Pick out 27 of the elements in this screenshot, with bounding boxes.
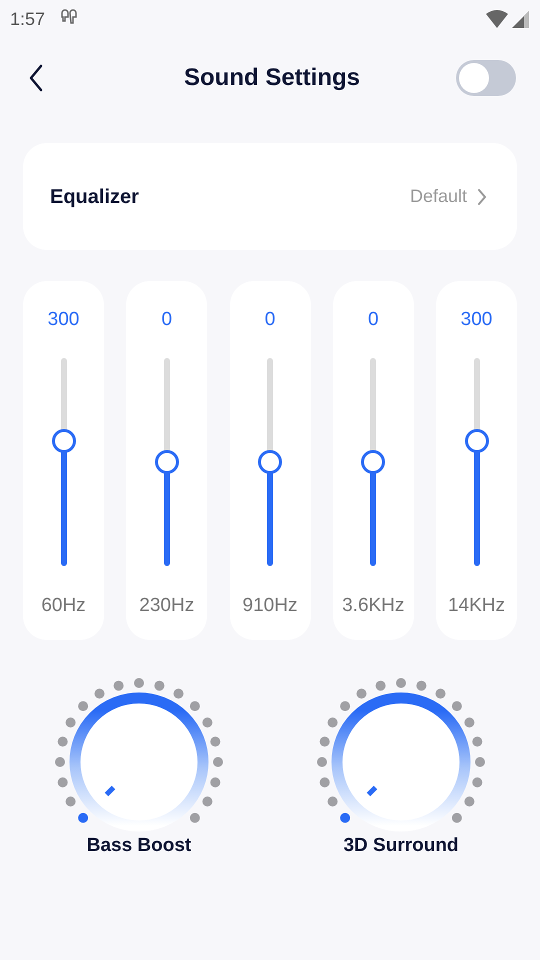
signal-icon (512, 10, 530, 28)
knob-label: 3D Surround (343, 834, 459, 858)
preset-value: Default (410, 185, 467, 208)
band-frequency: 230Hz (139, 594, 194, 618)
slider-thumb[interactable] (154, 450, 179, 474)
knob-label: Bass Boost (86, 834, 192, 858)
page-title: Sound Settings (184, 63, 360, 93)
slider-thumb[interactable] (258, 450, 282, 474)
band-frequency: 910Hz (242, 594, 298, 618)
equalizer-label: Equalizer (50, 184, 139, 210)
band-value: 0 (368, 308, 379, 332)
back-icon (28, 64, 44, 92)
equalizer-card[interactable]: Equalizer Default (23, 143, 517, 250)
slider-thumb[interactable] (464, 429, 488, 454)
status-time: 1:57 (10, 8, 46, 30)
wifi-icon (486, 10, 508, 28)
band-frequency: 14KHz (448, 594, 506, 618)
band-value: 0 (161, 308, 172, 332)
chevron-right-icon (477, 188, 487, 206)
band-frequency: 3.6KHz (342, 594, 404, 618)
slider-thumb[interactable] (52, 429, 76, 454)
toggle-switch[interactable] (456, 60, 516, 96)
slider-thumb[interactable] (361, 450, 386, 474)
band-frequency: 60Hz (41, 594, 86, 618)
band-value: 0 (264, 308, 276, 332)
band-value: 300 (460, 308, 492, 332)
band-value: 300 (48, 308, 80, 332)
